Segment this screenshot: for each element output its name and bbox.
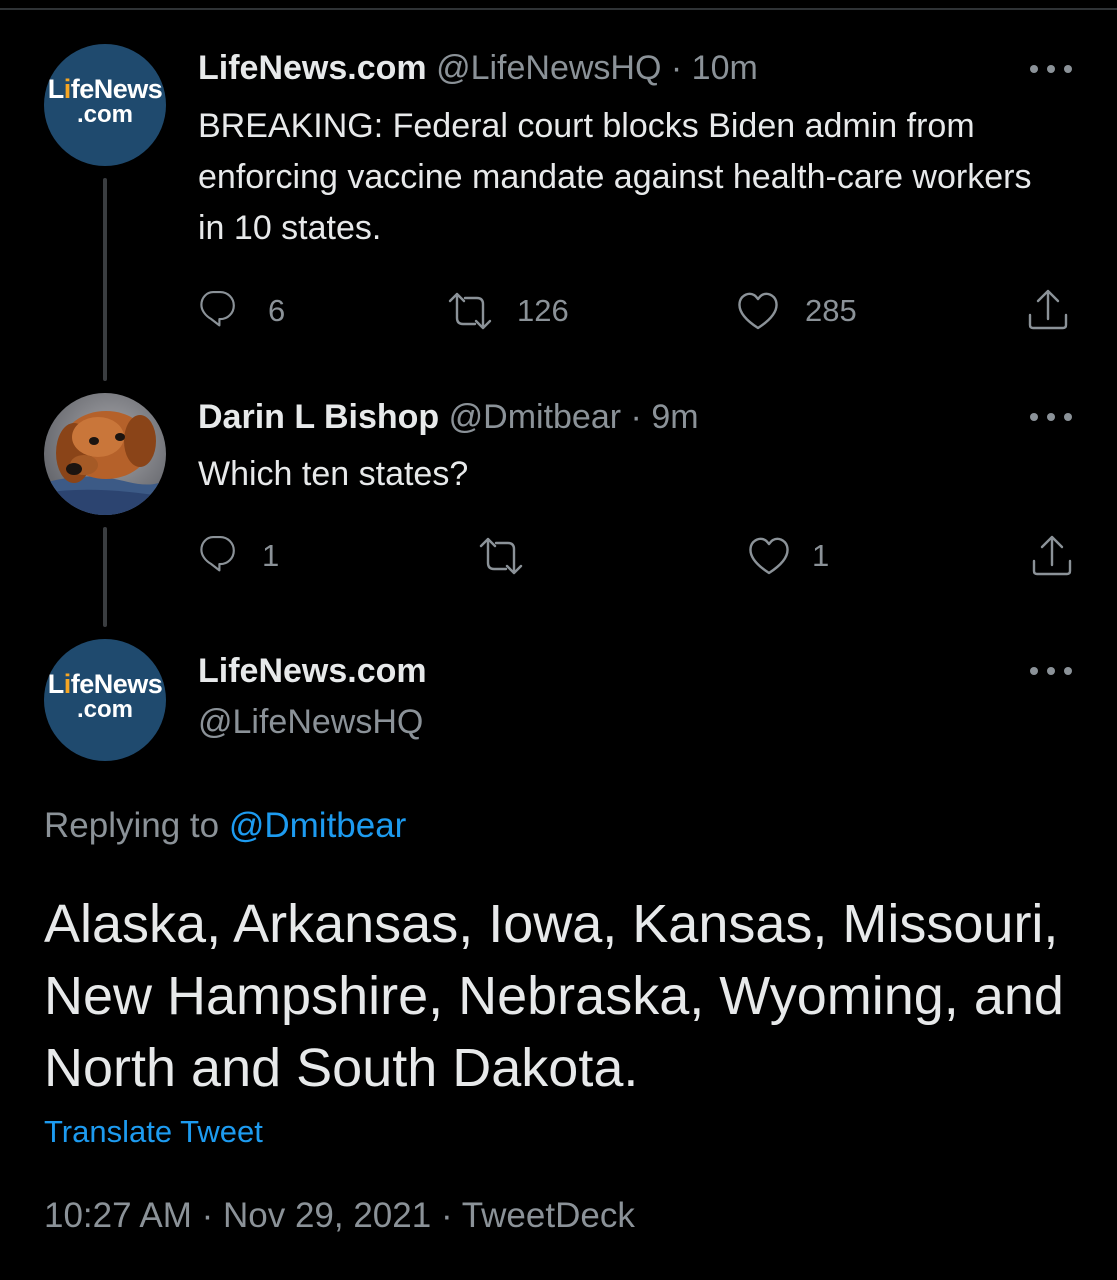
share-button[interactable] bbox=[1025, 287, 1071, 333]
heart-icon bbox=[738, 292, 778, 330]
replying-to: Replying to @Dmitbear bbox=[44, 806, 406, 846]
reply-icon bbox=[200, 291, 235, 327]
handle-row: @LifeNewsHQ bbox=[198, 702, 423, 742]
share-icon bbox=[1028, 289, 1068, 330]
tweet-text: Which ten states? bbox=[198, 455, 469, 493]
avatar-logo-subtext: .com bbox=[76, 695, 133, 723]
like-count: 1 bbox=[812, 538, 830, 573]
avatar-logo-subtext: .com bbox=[76, 100, 133, 128]
reply-count: 1 bbox=[262, 538, 280, 573]
replying-prefix: Replying to bbox=[44, 806, 229, 845]
user-handle[interactable]: @LifeNewsHQ bbox=[198, 703, 423, 741]
tweet-time[interactable]: 9m bbox=[651, 398, 698, 436]
avatar-logo-text: LifeNews bbox=[47, 73, 163, 104]
thread-line bbox=[103, 178, 107, 381]
like-button[interactable]: 285 bbox=[735, 288, 857, 334]
avatar-logo-text: LifeNews bbox=[47, 668, 163, 699]
reply-button[interactable]: 1 bbox=[198, 533, 279, 579]
share-button[interactable] bbox=[1029, 533, 1075, 579]
dog-photo-icon bbox=[44, 393, 166, 515]
retweet-count: 126 bbox=[517, 293, 569, 328]
separator-dot: · bbox=[431, 1196, 462, 1235]
tweet-header: LifeNews.com @LifeNewsHQ · 10m bbox=[198, 48, 758, 88]
user-handle[interactable]: @Dmitbear bbox=[449, 398, 621, 436]
translate-tweet-link[interactable]: Translate Tweet bbox=[44, 1114, 263, 1150]
tweet-date[interactable]: Nov 29, 2021 bbox=[223, 1196, 431, 1235]
tweet-meta: 10:27 AM · Nov 29, 2021 · TweetDeck bbox=[44, 1196, 635, 1236]
like-count: 285 bbox=[805, 293, 857, 328]
retweet-button[interactable]: 126 bbox=[447, 288, 569, 334]
more-icon[interactable] bbox=[1030, 412, 1072, 422]
tweet-text: Alaska, Arkansas, Iowa, Kansas, Missouri… bbox=[44, 894, 1064, 1098]
heart-icon bbox=[749, 537, 789, 575]
thread-line bbox=[103, 527, 107, 627]
user-handle[interactable]: @LifeNewsHQ bbox=[436, 49, 661, 87]
more-icon[interactable] bbox=[1030, 64, 1072, 74]
like-button[interactable]: 1 bbox=[746, 533, 829, 579]
top-divider bbox=[0, 8, 1117, 10]
tweet-timestamp[interactable]: 10:27 AM bbox=[44, 1196, 192, 1235]
separator-dot: · bbox=[670, 49, 683, 87]
more-icon[interactable] bbox=[1030, 666, 1072, 676]
retweet-icon bbox=[448, 292, 492, 330]
tweet-source[interactable]: TweetDeck bbox=[462, 1196, 635, 1235]
reply-button[interactable]: 6 bbox=[198, 288, 285, 334]
retweet-button[interactable] bbox=[478, 533, 524, 579]
display-name[interactable]: Darin L Bishop bbox=[198, 398, 439, 436]
separator-dot: · bbox=[191, 1196, 223, 1235]
tweet-time[interactable]: 10m bbox=[692, 49, 758, 87]
avatar-darin-bishop[interactable] bbox=[44, 393, 166, 515]
reply-icon bbox=[200, 536, 235, 572]
tweet-header: Darin L Bishop @Dmitbear · 9m bbox=[198, 397, 699, 437]
retweet-icon bbox=[479, 537, 523, 575]
reply-count: 6 bbox=[268, 293, 286, 328]
display-name[interactable]: LifeNews.com bbox=[198, 652, 427, 690]
replying-mention[interactable]: @Dmitbear bbox=[229, 806, 407, 845]
avatar-lifenews[interactable]: LifeNews .com bbox=[44, 639, 166, 761]
avatar-lifenews[interactable]: LifeNews .com bbox=[44, 44, 166, 166]
separator-dot: · bbox=[630, 398, 642, 436]
share-icon bbox=[1032, 535, 1072, 576]
display-name-row: LifeNews.com bbox=[198, 651, 427, 691]
tweet-text: BREAKING: Federal court blocks Biden adm… bbox=[198, 107, 1032, 247]
display-name[interactable]: LifeNews.com bbox=[198, 49, 427, 87]
